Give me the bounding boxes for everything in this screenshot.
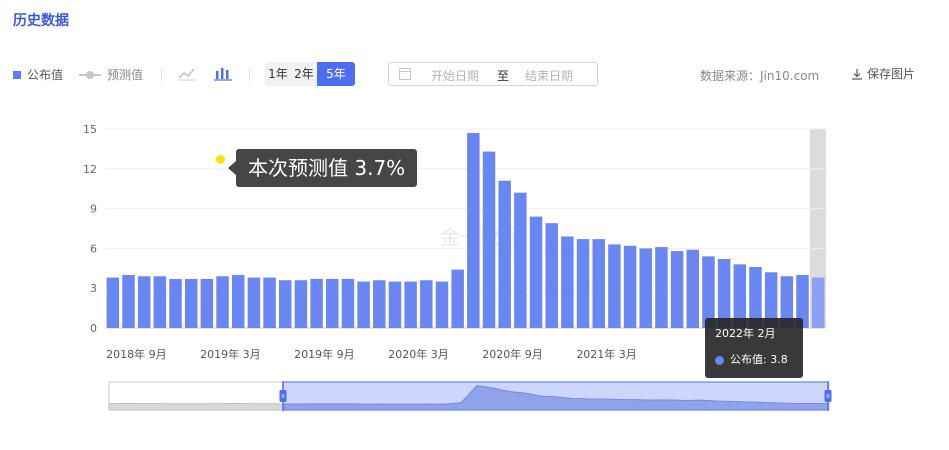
range-1y-button[interactable]: 1年 [265, 62, 291, 86]
y-tick-label: 15 [83, 123, 97, 136]
chart-toolbar: 公布值 预测值 1年 2年 5年 开始日期 至 结束日期 数据来源：Jin10.… [13, 62, 937, 88]
bar[interactable] [231, 274, 245, 328]
tooltip-value: 3.8 [770, 353, 788, 366]
y-tick-label: 6 [90, 242, 97, 255]
y-tick-label: 9 [90, 203, 97, 216]
bar[interactable] [137, 276, 151, 328]
range-2y-button[interactable]: 2年 [291, 62, 317, 86]
range-5y-button[interactable]: 5年 [317, 62, 355, 86]
data-source-label: 数据来源：Jin10.com [700, 69, 820, 83]
range-selector: 1年 2年 5年 [265, 62, 355, 86]
bar[interactable] [326, 278, 339, 328]
bar[interactable] [686, 249, 700, 328]
bar[interactable] [106, 277, 120, 328]
tooltip-series-label: 公布值 [730, 353, 763, 366]
bar[interactable] [608, 244, 621, 328]
date-range-picker[interactable]: 开始日期 至 结束日期 [388, 62, 598, 86]
bar-chart: 金十数据 036912152018年 9月 2019年 3月 2019年 9月 202… [83, 123, 832, 411]
bar[interactable] [357, 281, 370, 328]
bar[interactable] [388, 281, 402, 328]
bar[interactable] [373, 280, 386, 328]
data-tooltip: 2022年 2月 公布值: 3.8 [705, 318, 803, 378]
bar[interactable] [420, 280, 433, 328]
bar[interactable] [811, 277, 825, 328]
bar[interactable] [467, 132, 480, 328]
legend-forecast[interactable]: 预测值 [79, 66, 143, 83]
download-icon [852, 68, 862, 80]
bar[interactable] [294, 280, 308, 328]
date-end-input[interactable]: 结束日期 [525, 67, 573, 84]
bar[interactable] [561, 236, 574, 328]
x-tick-label: 2020年 9月 [482, 347, 543, 361]
tooltip-row: 公布值: 3.8 [715, 351, 793, 367]
bar[interactable] [498, 180, 511, 328]
x-tick-label: 2021年 3月 [576, 347, 637, 361]
save-image-button[interactable]: 保存图片 [851, 65, 915, 82]
tooltip-date: 2022年 2月 [715, 327, 776, 340]
bar[interactable] [623, 245, 637, 328]
line-chart-icon[interactable] [177, 64, 197, 82]
bar[interactable] [153, 276, 167, 328]
bar[interactable] [670, 251, 684, 328]
x-tick-label: 2019年 9月 [294, 347, 355, 361]
bar[interactable] [122, 274, 135, 328]
bar[interactable] [482, 151, 496, 328]
bar[interactable] [247, 277, 261, 328]
bar[interactable] [310, 278, 323, 328]
bar[interactable] [263, 277, 276, 328]
bar[interactable] [200, 278, 214, 328]
bar[interactable] [169, 278, 182, 328]
x-tick-label: 2020年 3月 [388, 347, 449, 361]
forecast-dot [216, 155, 225, 164]
bar[interactable] [341, 278, 355, 328]
bar[interactable] [576, 239, 590, 328]
bar[interactable] [514, 192, 527, 328]
zoom-handle-right[interactable] [824, 390, 832, 402]
section-title: 历史数据 [13, 13, 69, 29]
toolbar-divider [249, 67, 250, 81]
legend-published[interactable]: 公布值 [13, 66, 63, 83]
bar[interactable] [655, 247, 668, 328]
x-tick-label: 2018年 9月 [106, 347, 167, 361]
legend-published-label: 公布值 [27, 68, 64, 82]
bar[interactable] [184, 278, 198, 328]
zoom-handle-left[interactable] [279, 390, 287, 402]
bar[interactable] [216, 276, 229, 328]
date-start-input[interactable]: 开始日期 [431, 67, 479, 84]
bar[interactable] [435, 281, 449, 328]
calendar-icon [399, 68, 411, 80]
y-tick-label: 12 [83, 163, 97, 176]
bar[interactable] [592, 239, 605, 328]
legend-forecast-swatch [79, 70, 101, 80]
toolbar-divider [161, 67, 162, 81]
y-tick-label: 3 [90, 282, 97, 295]
legend-published-swatch [13, 70, 21, 79]
date-range-separator: 至 [497, 69, 510, 83]
save-image-label: 保存图片 [867, 67, 916, 81]
bar[interactable] [639, 248, 652, 328]
bar[interactable] [529, 216, 543, 328]
bar[interactable] [545, 223, 558, 328]
bar[interactable] [279, 280, 292, 328]
bar[interactable] [404, 281, 417, 328]
bar-chart-icon[interactable] [213, 64, 233, 82]
bar[interactable] [451, 269, 464, 328]
forecast-callout: 本次预测值 3.7% [227, 149, 418, 187]
tooltip-series-dot [715, 355, 724, 365]
x-tick-label: 2019年 3月 [200, 347, 261, 361]
y-tick-label: 0 [90, 322, 97, 335]
bar-chart-area: 金十数据 0 3 6 9 12 15 2018年 9月 2019年 3月 2019年 9月 202… [0, 110, 949, 430]
legend-forecast-label: 预测值 [107, 68, 144, 82]
